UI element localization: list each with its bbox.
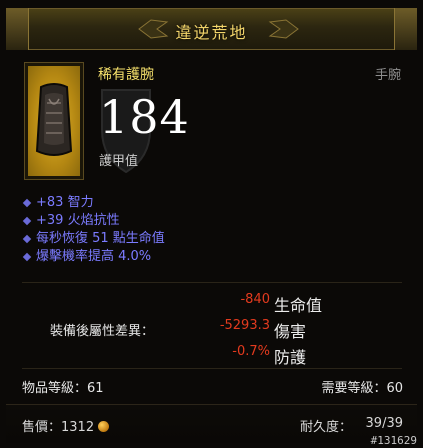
diamond-bullet-icon — [22, 216, 32, 226]
item-level: 物品等級：61 — [22, 381, 104, 396]
durability-value: 39/39 — [365, 416, 403, 431]
diamond-bullet-icon — [22, 198, 32, 208]
affix-text: +39 火焰抗性 — [36, 213, 120, 228]
tooltip-title: 違逆荒地 — [175, 23, 248, 42]
affix-text: +83 智力 — [36, 195, 94, 210]
compare-stat-name: 傷害 — [274, 322, 307, 341]
affix-item: 爆擊機率提高 4.0% — [22, 248, 402, 266]
compare-row: -5293.3 — [160, 318, 270, 336]
item-name: 稀有護腕 — [98, 67, 154, 83]
compare-value: -0.7% — [232, 344, 270, 359]
compare-row: -840 — [160, 292, 270, 310]
compare-row: -0.7% — [160, 344, 270, 362]
diamond-bullet-icon — [22, 252, 32, 262]
durability-label: 耐久度： — [300, 420, 353, 435]
affix-item: +83 智力 — [22, 194, 402, 212]
item-tooltip: 違逆荒地 稀有護腕 手腕 184 護甲值 +83 智力 +39 火焰抗性 每秒恢… — [0, 0, 423, 448]
diamond-bullet-icon — [22, 234, 32, 244]
affix-text: 爆擊機率提高 4.0% — [36, 249, 152, 264]
compare-value: -5293.3 — [219, 318, 270, 333]
affix-list: +83 智力 +39 火焰抗性 每秒恢復 51 點生命值 爆擊機率提高 4.0% — [22, 194, 402, 266]
affix-item: +39 火焰抗性 — [22, 212, 402, 230]
required-level: 需要等級：60 — [321, 381, 403, 396]
tooltip-header: 違逆荒地 — [6, 8, 417, 50]
armor-value: 184 — [99, 90, 190, 144]
sell-price: 售價：1312 — [22, 416, 110, 435]
compare-value: -840 — [240, 292, 270, 307]
section-divider — [22, 368, 402, 369]
compare-stat-name: 防護 — [274, 348, 307, 367]
item-icon-frame — [24, 62, 84, 180]
sell-price-text: 售價：1312 — [22, 420, 95, 435]
compare-label: 裝備後屬性差異： — [50, 324, 155, 339]
watermark: #131629 — [370, 434, 417, 447]
item-slot: 手腕 — [374, 68, 401, 83]
compare-stat-name: 生命值 — [274, 296, 323, 315]
section-divider — [22, 282, 402, 283]
armor-label: 護甲值 — [99, 154, 139, 169]
affix-item: 每秒恢復 51 點生命值 — [22, 230, 402, 248]
affix-text: 每秒恢復 51 點生命值 — [36, 231, 165, 246]
bracer-icon — [35, 83, 73, 156]
gold-coin-icon — [98, 421, 110, 432]
